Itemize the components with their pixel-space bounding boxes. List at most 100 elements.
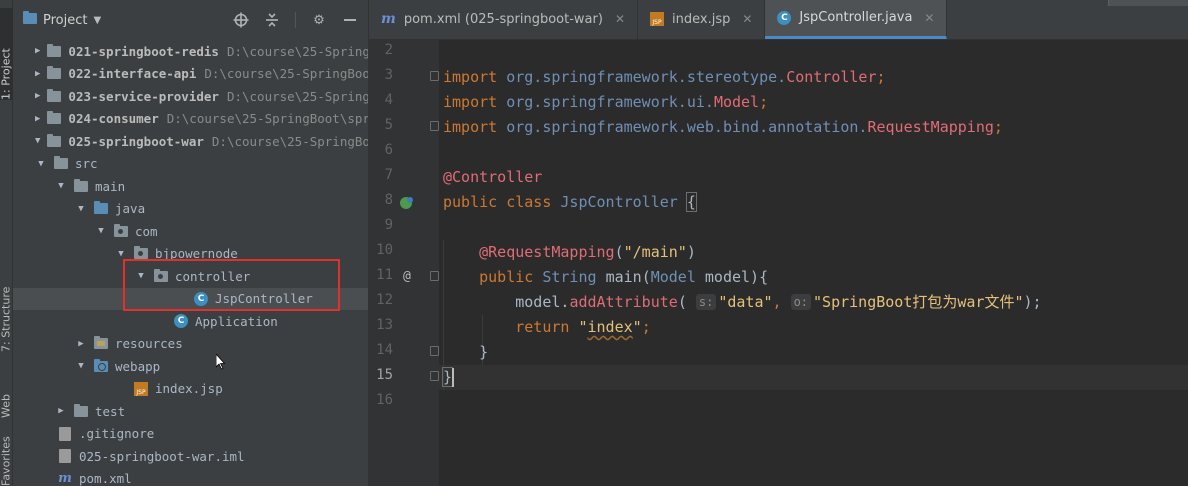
fold-icon[interactable]	[430, 71, 439, 81]
fold-icon[interactable]	[430, 121, 439, 131]
tree-item-path: D:\course\25-SpringBoo	[226, 43, 369, 59]
code-line-13: return "index";	[515, 318, 651, 336]
line-number-gutter: 2 3 4 5 6 7 8 9 10 11 12 13 14 15 16 @	[369, 40, 439, 486]
line-number: 7	[384, 167, 393, 183]
web-folder-icon	[93, 358, 109, 373]
fold-icon[interactable]	[430, 271, 439, 281]
module-folder-icon	[46, 66, 62, 81]
collapse-arrow-icon[interactable]: ▼	[95, 226, 107, 236]
tree-item-test[interactable]: ▶ test	[13, 400, 368, 423]
minimize-icon[interactable]	[342, 12, 358, 28]
tab-jspcontroller-java[interactable]: C JspController.java ✕	[765, 0, 948, 39]
fold-icon[interactable]	[430, 371, 439, 381]
folder-icon	[73, 178, 89, 193]
tree-item-webapp[interactable]: ▼ webapp	[13, 355, 368, 378]
tab-label: pom.xml (025-springboot-war)	[403, 11, 603, 27]
tab-index-jsp[interactable]: JSP index.jsp ✕	[638, 0, 766, 39]
expand-arrow-icon[interactable]: ▶	[35, 91, 40, 101]
line-number: 10	[376, 242, 393, 258]
expand-arrow-icon[interactable]: ▶	[55, 406, 67, 416]
code-area[interactable]: import org.springframework.stereotype.Co…	[439, 40, 1188, 486]
gear-icon[interactable]: ⚙	[311, 12, 327, 28]
spring-bean-icon[interactable]	[399, 195, 415, 211]
line-number: 14	[376, 342, 393, 358]
jsp-file-icon: JSP	[133, 381, 149, 396]
collapse-all-icon[interactable]	[264, 12, 280, 28]
parameter-hint: s:	[695, 294, 717, 310]
tab-label: JspController.java	[799, 10, 913, 25]
editor-tab-bar: m pom.xml (025-springboot-war) ✕ JSP ind…	[369, 0, 1188, 40]
text-caret	[452, 368, 454, 387]
line-number: 12	[376, 292, 393, 308]
web-tool-tab-label: Web	[0, 394, 13, 418]
override-marker-icon[interactable]: @	[403, 269, 411, 284]
line-number-current: 15	[376, 367, 393, 383]
maven-file-icon: m	[381, 11, 396, 27]
tree-item-024-consumer[interactable]: ▶ 024-consumer D:\course\25-SpringBoot\s…	[13, 108, 368, 131]
spring-boot-class-icon: C	[173, 314, 189, 329]
line-number: 4	[384, 92, 393, 108]
tree-item-path: D:\course\25-SpringBoot\spring	[166, 111, 368, 127]
tree-item-java[interactable]: ▼ java	[13, 198, 368, 221]
collapse-arrow-icon[interactable]: ▼	[35, 159, 47, 169]
collapse-arrow-icon[interactable]: ▼	[35, 136, 40, 146]
line-number: 9	[384, 217, 393, 233]
tree-item-022-interface-api[interactable]: ▶ 022-interface-api D:\course\25-SpringB…	[13, 63, 368, 86]
line-number: 2	[384, 42, 393, 58]
close-icon[interactable]: ✕	[742, 12, 752, 26]
tree-item-label: 024-consumer	[68, 111, 159, 127]
close-icon[interactable]: ✕	[615, 12, 625, 26]
project-title[interactable]: Project	[43, 13, 87, 28]
mouse-cursor-icon	[216, 354, 226, 370]
module-folder-icon	[46, 88, 62, 103]
code-line-8: public class JspController {	[443, 192, 697, 212]
tree-item-label: main	[95, 178, 126, 194]
tab-pom-xml[interactable]: m pom.xml (025-springboot-war) ✕	[369, 0, 639, 39]
tree-item-023-service-provider[interactable]: ▶ 023-service-provider D:\course\25-Spri…	[13, 85, 369, 108]
collapse-arrow-icon[interactable]: ▼	[75, 204, 87, 214]
web-tool-tab[interactable]: Web	[0, 368, 13, 418]
tree-item-025-springboot-war[interactable]: ▼ 025-springboot-war D:\course\25-Spring…	[13, 130, 368, 153]
tree-item-label: 022-interface-api	[68, 66, 197, 82]
project-folder-icon	[23, 10, 37, 28]
tree-item-path: D:\course\25-SpringBoo	[226, 88, 369, 104]
collapse-arrow-icon[interactable]: ▼	[55, 181, 67, 191]
tree-item-label: 023-service-provider	[68, 88, 219, 104]
tree-item-resources[interactable]: ▶ resources	[13, 333, 368, 356]
tree-item-main[interactable]: ▼ main	[13, 175, 368, 198]
structure-tool-tab[interactable]: 7: Structure	[0, 240, 13, 352]
expand-arrow-icon[interactable]: ▶	[35, 46, 40, 56]
current-line-highlight	[439, 365, 1188, 390]
tree-item-label: Application	[195, 313, 278, 329]
code-line-5: import org.springframework.web.bind.anno…	[443, 118, 1003, 136]
tree-item-label: webapp	[115, 358, 161, 374]
tree-item-pom-xml[interactable]: m pom.xml	[13, 468, 368, 486]
tree-item-gitignore[interactable]: .gitignore	[13, 423, 368, 446]
collapse-arrow-icon[interactable]: ▼	[115, 249, 127, 259]
module-folder-icon	[46, 111, 62, 126]
code-editor: m pom.xml (025-springboot-war) ✕ JSP ind…	[369, 0, 1188, 486]
line-number: 11	[376, 267, 393, 283]
collapse-arrow-icon[interactable]: ▼	[75, 361, 87, 371]
tree-item-label: java	[115, 201, 146, 217]
expand-arrow-icon[interactable]: ▶	[75, 339, 87, 349]
tree-item-com[interactable]: ▼ com	[13, 220, 368, 243]
tree-item-label: pom.xml	[79, 471, 132, 486]
tree-item-021-springboot-redis[interactable]: ▶ 021-springboot-redis D:\course\25-Spri…	[13, 40, 369, 63]
tree-item-index-jsp[interactable]: JSP index.jsp	[13, 378, 368, 401]
tree-item-src[interactable]: ▼ src	[13, 153, 368, 176]
project-tool-tab[interactable]: 1: Project	[0, 8, 13, 100]
line-number: 8	[384, 192, 393, 208]
fold-icon[interactable]	[430, 346, 439, 356]
expand-arrow-icon[interactable]: ▶	[35, 114, 40, 124]
favorites-tool-tab[interactable]: Favorites	[0, 432, 13, 486]
close-icon[interactable]: ✕	[924, 11, 934, 25]
locate-icon[interactable]	[233, 12, 249, 28]
chevron-down-icon[interactable]: ▼	[93, 15, 101, 26]
expand-arrow-icon[interactable]: ▶	[35, 69, 40, 79]
tree-item-iml[interactable]: 025-springboot-war.iml	[13, 445, 368, 468]
tree-item-application[interactable]: C Application	[13, 310, 368, 333]
header-divider	[295, 12, 296, 28]
line-number: 6	[384, 142, 393, 158]
tree-item-label: 021-springboot-redis	[68, 43, 219, 59]
